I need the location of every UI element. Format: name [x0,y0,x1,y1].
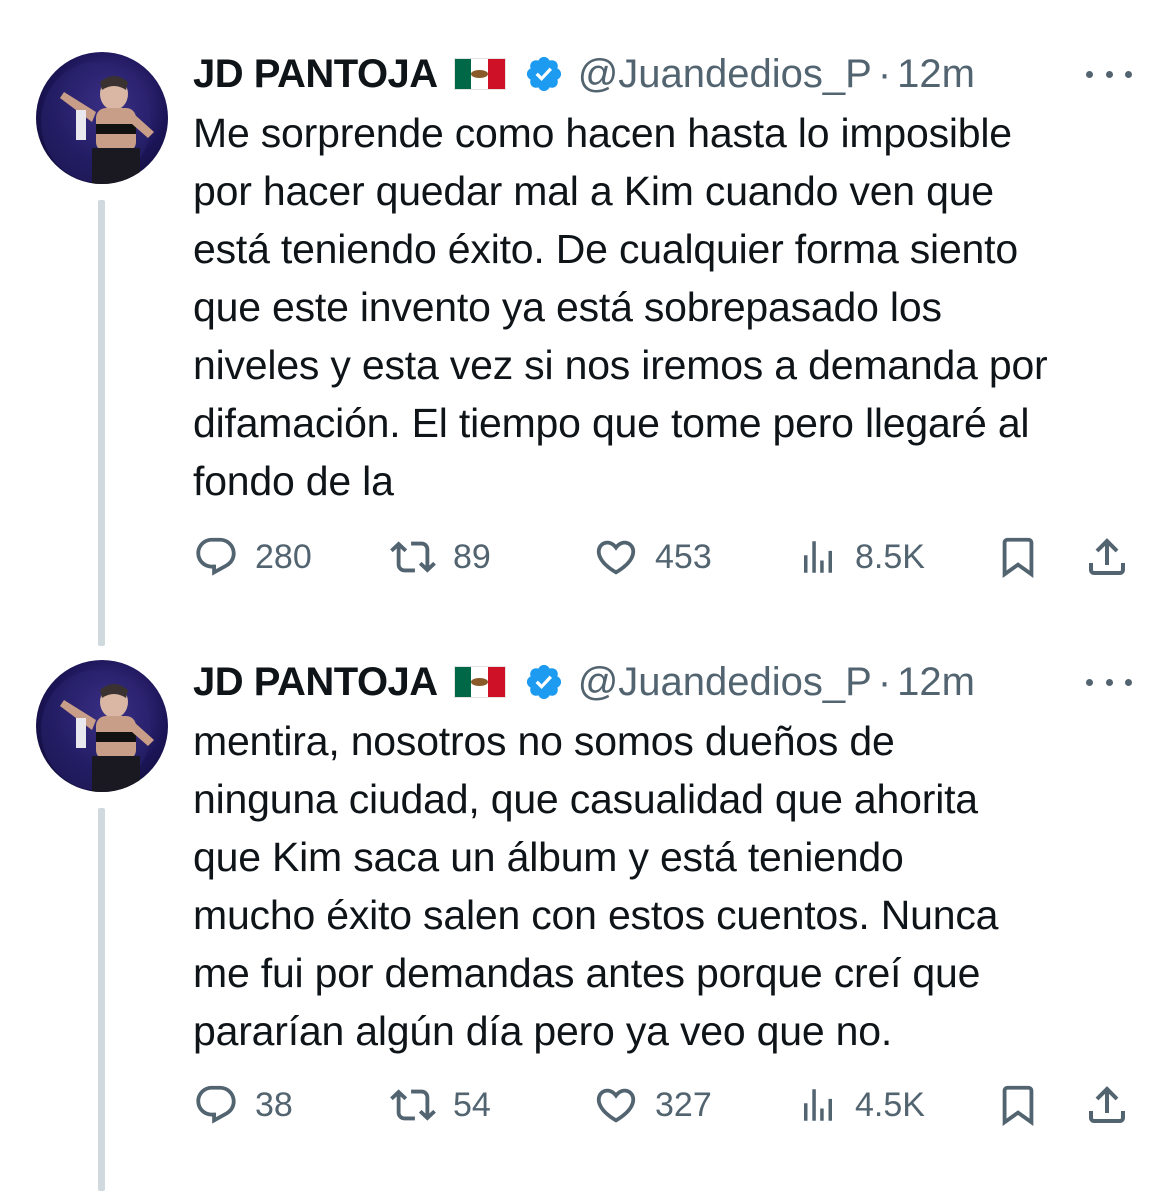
timestamp[interactable]: 12m [897,660,975,705]
reply-count: 280 [255,537,312,576]
like-count: 453 [655,537,712,576]
verified-icon[interactable] [524,54,564,94]
like-icon [593,534,639,580]
thread-line [98,808,105,1191]
avatar[interactable] [36,660,168,792]
tweet-text: mentira, nosotros no somos dueños de nin… [193,718,999,1054]
action-bar: 38 54 327 4.5K [193,1075,1143,1135]
bookmark-button[interactable] [995,527,1041,587]
reply-icon [193,534,239,580]
reply-count: 38 [255,1085,293,1124]
bookmark-button[interactable] [995,1075,1041,1135]
timestamp[interactable]: 12m [897,52,975,97]
views-icon [797,534,839,580]
bookmark-icon [995,532,1041,582]
views-button[interactable]: 8.5K [797,527,925,587]
views-button[interactable]: 4.5K [797,1075,925,1135]
more-icon[interactable] [1086,66,1132,82]
retweet-button[interactable]: 54 [389,1075,491,1135]
like-button[interactable]: 453 [593,527,712,587]
view-count: 8.5K [855,537,925,576]
like-icon [593,1082,639,1128]
tweet-header: JD PANTOJA @Juandedios_P · 12m [193,654,1143,710]
thread-line [98,200,105,646]
handle[interactable]: @Juandedios_P [578,52,872,97]
display-name[interactable]: JD PANTOJA [193,660,438,705]
retweet-button[interactable]: 89 [389,527,491,587]
action-bar: 280 89 453 8.5K [193,527,1143,587]
reply-button[interactable]: 38 [193,1075,293,1135]
share-icon [1083,1081,1131,1129]
separator: · [877,659,892,704]
share-icon [1083,533,1131,581]
avatar[interactable] [36,52,168,184]
like-count: 327 [655,1085,712,1124]
display-name[interactable]: JD PANTOJA [193,52,438,97]
handle[interactable]: @Juandedios_P [578,660,872,705]
reply-icon [193,1082,239,1128]
retweet-count: 54 [453,1085,491,1124]
tweet-text: Me sorprende como hacen hasta lo imposib… [193,110,1048,504]
reply-button[interactable]: 280 [193,527,312,587]
more-icon[interactable] [1086,674,1132,690]
mexico-flag-icon [453,666,506,698]
tweet[interactable]: JD PANTOJA @Juandedios_P · 12m Me sorpre… [0,0,1170,646]
share-button[interactable] [1083,527,1131,587]
retweet-icon [389,534,437,580]
bookmark-icon [995,1080,1041,1130]
retweet-icon [389,1082,437,1128]
view-count: 4.5K [855,1085,925,1124]
share-button[interactable] [1083,1075,1131,1135]
verified-icon[interactable] [524,662,564,702]
separator: · [877,51,892,96]
tweet[interactable]: JD PANTOJA @Juandedios_P · 12m mentira, … [0,608,1170,1191]
like-button[interactable]: 327 [593,1075,712,1135]
tweet-header: JD PANTOJA @Juandedios_P · 12m [193,46,1143,102]
mexico-flag-icon [453,58,506,90]
retweet-count: 89 [453,537,491,576]
views-icon [797,1082,839,1128]
